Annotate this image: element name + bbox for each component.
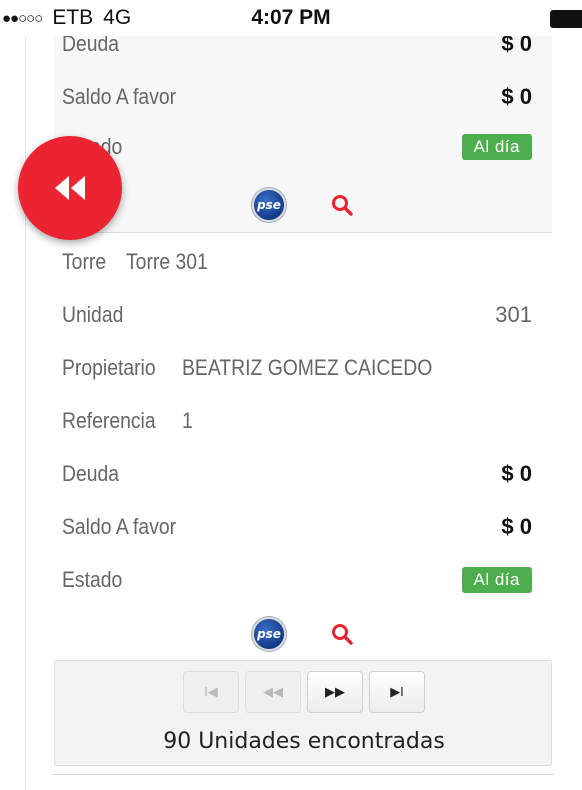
pse-icon-text: pse <box>257 198 281 212</box>
card-actions: pse <box>54 185 552 225</box>
row-estado: Estado Al día <box>62 560 532 600</box>
row-value: 301 <box>495 302 532 327</box>
pagination-buttons: I◀ ◀◀ ▶▶ ▶I <box>55 671 553 713</box>
row-label: Torre <box>62 249 107 274</box>
row-torre: Torre Torre 301 <box>62 242 532 282</box>
row-label: Estado <box>62 567 123 592</box>
row-label: Unidad <box>62 302 124 327</box>
status-badge: Al día <box>461 567 532 593</box>
results-count: 90 Unidades encontradas <box>163 729 445 754</box>
row-label: Saldo A favor <box>62 514 177 539</box>
status-time: 4:07 PM <box>251 6 331 29</box>
row-unidad: Unidad 301 <box>62 295 532 335</box>
row-value: $ 0 <box>501 84 532 109</box>
pse-icon-text: pse <box>257 627 281 641</box>
row-label: Referencia <box>62 408 156 433</box>
row-label: Deuda <box>62 461 120 486</box>
pagination-panel: I◀ ◀◀ ▶▶ ▶I 90 Unidades encontradas <box>54 660 552 766</box>
row-label: Propietario <box>62 355 156 380</box>
row-value: 1 <box>182 408 194 433</box>
bottom-divider <box>52 774 554 775</box>
last-page-button[interactable]: ▶I <box>369 671 425 713</box>
card-actions: pse <box>54 614 552 654</box>
row-referencia: Referencia 1 <box>62 401 532 441</box>
row-propietario: Propietario BEATRIZ GOMEZ CAICEDO <box>62 348 532 388</box>
row-saldo-favor: Saldo A favor $ 0 <box>62 77 532 117</box>
row-value: $ 0 <box>501 514 532 539</box>
prev-page-button[interactable]: ◀◀ <box>245 671 301 713</box>
pse-pay-icon[interactable]: pse <box>252 617 286 651</box>
battery-icon <box>550 10 582 28</box>
search-icon[interactable] <box>330 622 354 646</box>
row-value: $ 0 <box>501 461 532 486</box>
row-label: Saldo A favor <box>62 84 177 109</box>
first-page-button[interactable]: I◀ <box>183 671 239 713</box>
status-bar: ●●○○○ ETB 4G 4:07 PM <box>0 0 582 36</box>
left-divider <box>25 36 26 790</box>
unit-card: Torre Torre 301 Unidad 301 Propietario B… <box>54 232 552 660</box>
rewind-button[interactable] <box>18 136 122 240</box>
status-badge: Al día <box>461 134 532 160</box>
row-estado: Estado Al día <box>62 127 532 167</box>
row-value: Torre 301 <box>126 249 208 274</box>
rewind-icon <box>55 176 85 200</box>
row-saldo-favor: Saldo A favor $ 0 <box>62 507 532 547</box>
row-value: BEATRIZ GOMEZ CAICEDO <box>182 355 433 380</box>
pse-pay-icon[interactable]: pse <box>252 188 286 222</box>
row-deuda: Deuda $ 0 <box>62 454 532 494</box>
next-page-button[interactable]: ▶▶ <box>307 671 363 713</box>
search-icon[interactable] <box>330 193 354 217</box>
